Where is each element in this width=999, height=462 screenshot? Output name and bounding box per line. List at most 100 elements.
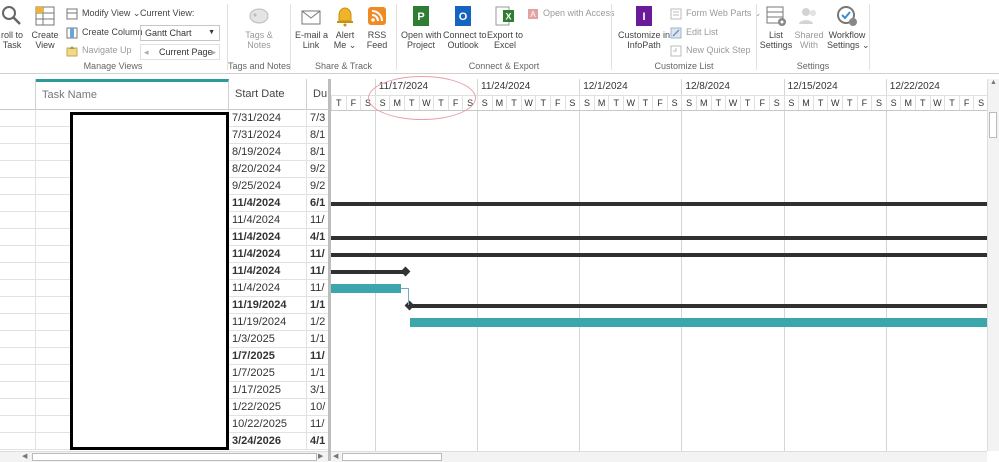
start-date-cell[interactable]: 11/4/2024 (229, 280, 307, 297)
customize-infopath-button[interactable]: I Customize in InfoPath (616, 4, 672, 50)
due-date-cell[interactable]: 6/1 (307, 195, 330, 212)
due-date-cell[interactable]: 11/ (307, 263, 330, 280)
task-bar[interactable] (410, 318, 987, 327)
workflow-settings-button[interactable]: Workflow Settings ⌄ (827, 4, 870, 50)
row-selector-cell[interactable] (0, 365, 36, 382)
scroll-left-icon[interactable]: ◀ (22, 452, 27, 460)
due-date-cell[interactable]: 11/ (307, 280, 330, 297)
row-selector-cell[interactable] (0, 399, 36, 416)
row-selector-cell[interactable] (0, 416, 36, 433)
due-date-cell[interactable]: 1/1 (307, 331, 330, 348)
column-header-task-name[interactable]: Task Name (36, 79, 229, 110)
start-date-cell[interactable]: 1/17/2025 (229, 382, 307, 399)
start-date-cell[interactable]: 7/31/2024 (229, 127, 307, 144)
due-date-cell[interactable]: 9/2 (307, 178, 330, 195)
column-header-duration[interactable]: Du (307, 79, 330, 110)
due-date-cell[interactable]: 9/2 (307, 161, 330, 178)
start-date-cell[interactable]: 11/4/2024 (229, 229, 307, 246)
due-date-cell[interactable]: 11/ (307, 212, 330, 229)
new-quick-step-button[interactable]: New Quick Step (670, 42, 751, 58)
row-selector-cell[interactable] (0, 229, 36, 246)
start-date-cell[interactable]: 9/25/2024 (229, 178, 307, 195)
row-selector-cell[interactable] (0, 280, 36, 297)
start-date-cell[interactable]: 8/20/2024 (229, 161, 307, 178)
start-date-cell[interactable]: 1/7/2025 (229, 365, 307, 382)
row-selector-cell[interactable] (0, 246, 36, 263)
alert-me-button[interactable]: Alert Me ⌄ (331, 4, 359, 50)
create-view-button[interactable]: Create View (30, 4, 60, 50)
prev-page-icon[interactable]: ◂ (144, 45, 149, 59)
list-settings-button[interactable]: List Settings (759, 4, 793, 50)
column-header-start-date[interactable]: Start Date (229, 79, 307, 110)
row-selector-cell[interactable] (0, 297, 36, 314)
row-selector-cell[interactable] (0, 110, 36, 127)
open-with-project-button[interactable]: P Open with Project (401, 4, 442, 50)
start-date-cell[interactable]: 11/19/2024 (229, 297, 307, 314)
start-date-cell[interactable]: 11/19/2024 (229, 314, 307, 331)
due-date-cell[interactable]: 1/2 (307, 314, 330, 331)
vertical-scroll-thumb[interactable] (989, 112, 997, 138)
next-page-icon[interactable]: ▸ (211, 45, 216, 59)
gantt-scroll-thumb[interactable] (342, 453, 442, 461)
summary-task-bar[interactable] (331, 201, 987, 206)
start-date-cell[interactable]: 11/4/2024 (229, 263, 307, 280)
grid-scroll-thumb[interactable] (32, 453, 317, 461)
shared-with-button[interactable]: Shared With (793, 4, 825, 50)
current-view-select[interactable]: Gantt Chart ▼ (140, 25, 220, 41)
due-date-cell[interactable]: 8/1 (307, 144, 330, 161)
row-selector-cell[interactable] (0, 212, 36, 229)
start-date-cell[interactable]: 8/19/2024 (229, 144, 307, 161)
summary-task-bar[interactable] (331, 235, 987, 240)
due-date-cell[interactable]: 11/ (307, 416, 330, 433)
create-column-button[interactable]: Create Column (66, 24, 143, 40)
row-selector-cell[interactable] (0, 348, 36, 365)
summary-task-bar[interactable] (331, 269, 405, 274)
start-date-cell[interactable]: 1/3/2025 (229, 331, 307, 348)
row-selector-cell[interactable] (0, 263, 36, 280)
start-date-cell[interactable]: 11/4/2024 (229, 212, 307, 229)
scroll-to-task-button[interactable]: roll to Task (0, 4, 24, 50)
scroll-left-icon[interactable]: ◀ (333, 452, 338, 460)
summary-task-bar[interactable] (407, 303, 987, 308)
modify-view-button[interactable]: Modify View ⌄ (66, 5, 140, 21)
due-date-cell[interactable]: 10/ (307, 399, 330, 416)
row-selector-header[interactable] (0, 79, 36, 110)
form-web-parts-button[interactable]: Form Web Parts ⌄ (670, 5, 761, 21)
row-selector-cell[interactable] (0, 382, 36, 399)
scroll-up-icon[interactable]: ▲ (988, 79, 999, 86)
milestone-marker[interactable] (400, 266, 411, 277)
navigate-up-button[interactable]: Navigate Up (66, 42, 132, 58)
due-date-cell[interactable]: 7/3 (307, 110, 330, 127)
start-date-cell[interactable]: 1/22/2025 (229, 399, 307, 416)
due-date-cell[interactable]: 11/ (307, 246, 330, 263)
due-date-cell[interactable]: 8/1 (307, 127, 330, 144)
due-date-cell[interactable]: 3/1 (307, 382, 330, 399)
start-date-cell[interactable]: 7/31/2024 (229, 110, 307, 127)
export-excel-button[interactable]: X Export to Excel (485, 4, 525, 50)
due-date-cell[interactable]: 11/ (307, 348, 330, 365)
row-selector-cell[interactable] (0, 144, 36, 161)
row-selector-cell[interactable] (0, 433, 36, 450)
due-date-cell[interactable]: 1/1 (307, 365, 330, 382)
row-selector-cell[interactable] (0, 314, 36, 331)
row-selector-cell[interactable] (0, 178, 36, 195)
start-date-cell[interactable]: 1/7/2025 (229, 348, 307, 365)
rss-feed-button[interactable]: RSS Feed (363, 4, 391, 50)
scroll-right-icon[interactable]: ▶ (318, 452, 323, 460)
due-date-cell[interactable]: 1/1 (307, 297, 330, 314)
open-with-access-button[interactable]: A Open with Access (527, 5, 615, 21)
start-date-cell[interactable]: 11/4/2024 (229, 195, 307, 212)
start-date-cell[interactable]: 3/24/2026 (229, 433, 307, 450)
connect-outlook-button[interactable]: O Connect to Outlook (443, 4, 487, 50)
due-date-cell[interactable]: 4/1 (307, 229, 330, 246)
start-date-cell[interactable]: 11/4/2024 (229, 246, 307, 263)
summary-task-bar[interactable] (331, 252, 987, 257)
row-selector-cell[interactable] (0, 331, 36, 348)
row-selector-cell[interactable] (0, 161, 36, 178)
row-selector-cell[interactable] (0, 127, 36, 144)
tags-notes-button[interactable]: Tags & Notes (236, 4, 282, 50)
row-selector-cell[interactable] (0, 195, 36, 212)
task-bar[interactable] (331, 284, 401, 293)
email-link-button[interactable]: E-mail a Link (295, 4, 328, 50)
edit-list-button[interactable]: Edit List (670, 24, 718, 40)
